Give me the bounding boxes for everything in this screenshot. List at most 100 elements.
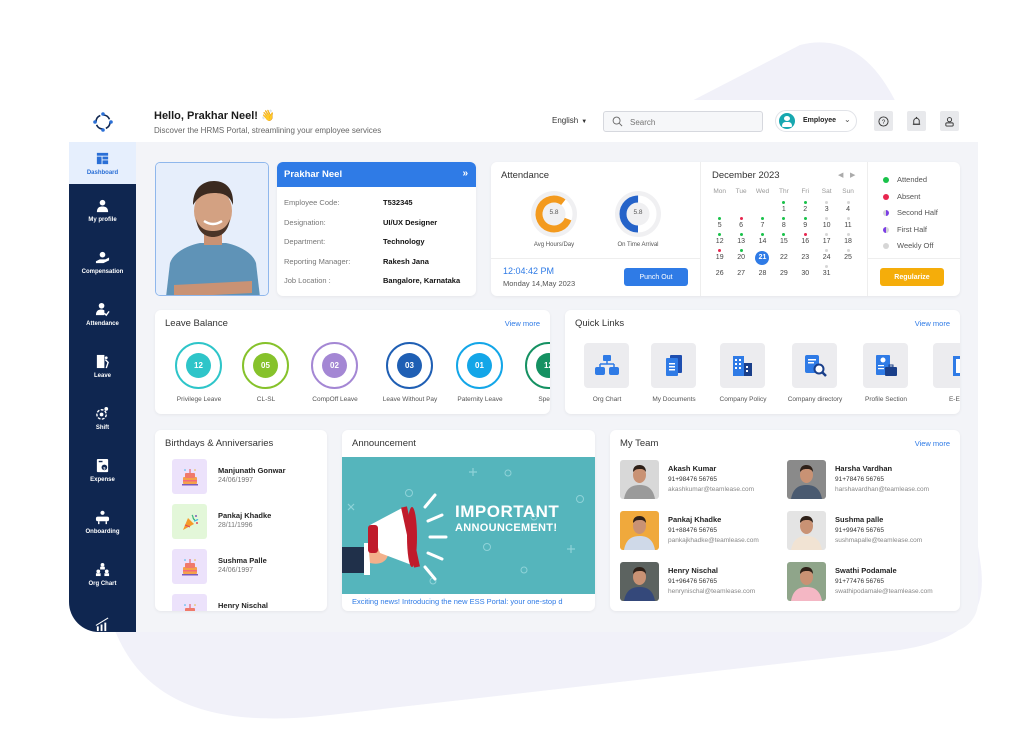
double-chevron-right-icon[interactable]: » bbox=[462, 168, 468, 179]
calendar-empty-cell bbox=[730, 200, 751, 216]
team-member-email[interactable]: pankajkhadke@teamlease.com bbox=[668, 537, 759, 544]
calendar-day[interactable]: 6 bbox=[730, 216, 751, 232]
calendar-day[interactable]: 28 bbox=[752, 264, 773, 280]
calendar-day[interactable]: 8 bbox=[773, 216, 794, 232]
team-member-email[interactable]: harshavardhan@teamlease.com bbox=[835, 486, 929, 493]
employee-field-label: Employee Code: bbox=[284, 198, 340, 207]
team-view-more-link[interactable]: View more bbox=[915, 439, 950, 448]
legend-dot bbox=[883, 210, 889, 217]
leave-ring[interactable]: 01 bbox=[456, 342, 503, 389]
calendar-day[interactable]: 9 bbox=[795, 216, 816, 232]
calendar-day[interactable]: 31 bbox=[816, 264, 837, 280]
calendar-day[interactable]: 15 bbox=[773, 232, 794, 248]
calendar-day[interactable]: 12 bbox=[709, 232, 730, 248]
team-member[interactable]: Swathi Podamale 91+77476 56765 swathipodam… bbox=[787, 562, 947, 602]
leave-ring[interactable]: 02 bbox=[311, 342, 358, 389]
calendar-day[interactable]: 17 bbox=[816, 232, 837, 248]
leave-ring[interactable]: 12 bbox=[175, 342, 222, 389]
calendar-day[interactable]: 19 bbox=[709, 248, 730, 264]
quick-link-company-directory[interactable] bbox=[792, 343, 837, 388]
calendar-day[interactable]: 18 bbox=[837, 232, 858, 248]
sidebar-item-leave[interactable]: Leave bbox=[69, 340, 136, 392]
calendar-day[interactable]: 24 bbox=[816, 248, 837, 264]
quick-link-org-chart[interactable] bbox=[584, 343, 629, 388]
birthday-item[interactable]: Henry Nischal bbox=[172, 594, 322, 611]
calendar-day[interactable]: 13 bbox=[730, 232, 751, 248]
search-box[interactable] bbox=[603, 111, 763, 132]
birthday-item[interactable]: Manjunath Gonwar 24/06/1997 bbox=[172, 459, 322, 495]
calendar-day[interactable]: 26 bbox=[709, 264, 730, 280]
calendar-day[interactable]: 29 bbox=[773, 264, 794, 280]
calendar-day[interactable]: 5 bbox=[709, 216, 730, 232]
quick-links-view-more-link[interactable]: View more bbox=[915, 319, 950, 328]
punch-out-button[interactable]: Punch Out bbox=[624, 268, 688, 286]
calendar-day[interactable]: 11 bbox=[837, 216, 858, 232]
team-member[interactable]: Sushma palle 91+99476 56765 sushmapalle@te… bbox=[787, 511, 947, 551]
birthday-item[interactable]: Sushma Palle 24/06/1997 bbox=[172, 549, 322, 585]
attendance-card: Attendance 5.8 Avg Hours/Day 5.8 On Time Ar… bbox=[491, 162, 960, 296]
leave-ring[interactable]: 05 bbox=[242, 342, 289, 389]
calendar-day[interactable]: 23 bbox=[795, 248, 816, 264]
announcement-caption-link[interactable]: Exciting news! Introducing the new ESS P… bbox=[352, 597, 563, 606]
calendar-day[interactable]: 10 bbox=[816, 216, 837, 232]
calendar-next-icon[interactable]: ▶ bbox=[850, 171, 855, 179]
calendar-day[interactable]: 25 bbox=[837, 248, 858, 264]
leave-view-more-link[interactable]: View more bbox=[505, 319, 540, 328]
leave-ring[interactable]: 12 bbox=[525, 342, 550, 389]
weekday-header: Sat bbox=[821, 188, 832, 195]
sidebar-item-shift[interactable]: Shift bbox=[69, 392, 136, 444]
team-member[interactable]: Harsha Vardhan 91+78476 56765 harshavardha… bbox=[787, 460, 947, 500]
team-member-email[interactable]: henrynischal@teamlease.com bbox=[668, 588, 755, 595]
sidebar-item-onboarding[interactable]: Onboarding bbox=[69, 496, 136, 548]
calendar-day[interactable]: 30 bbox=[795, 264, 816, 280]
team-member[interactable]: Akash Kumar 91+98476 56765 akashkumar@team… bbox=[620, 460, 780, 500]
legend-item: Second Half bbox=[883, 208, 938, 217]
calendar-prev-icon[interactable]: ◀ bbox=[838, 171, 843, 179]
language-selector[interactable]: English ▼ bbox=[552, 116, 587, 125]
status-dot bbox=[782, 201, 786, 204]
announcement-banner[interactable]: IMPORTANT ANNOUNCEMENT! bbox=[342, 457, 595, 594]
role-switcher[interactable]: Employee ⌄ bbox=[775, 110, 857, 132]
quick-link-e-ex[interactable] bbox=[933, 343, 960, 388]
sidebar-item-compensation[interactable]: Compensation bbox=[69, 236, 136, 288]
help-button[interactable]: ? bbox=[874, 111, 893, 131]
calendar-day[interactable]: 20 bbox=[730, 248, 751, 264]
sidebar-item-attendance[interactable]: Attendance bbox=[69, 288, 136, 340]
calendar-day[interactable]: 7 bbox=[752, 216, 773, 232]
calendar-day[interactable]: 14 bbox=[752, 232, 773, 248]
sidebar-item-label: Org Chart bbox=[88, 580, 117, 587]
team-member-email[interactable]: sushmapalle@teamlease.com bbox=[835, 537, 922, 544]
app-logo[interactable] bbox=[91, 110, 115, 134]
sidebar-item-my-profile[interactable]: My profile bbox=[69, 184, 136, 236]
team-member[interactable]: Henry Nischal 91+96476 56765 henrynischal@… bbox=[620, 562, 780, 602]
quick-link-my-documents[interactable] bbox=[651, 343, 696, 388]
sidebar-item-org-chart[interactable]: Org Chart bbox=[69, 548, 136, 600]
calendar-day[interactable]: 4 bbox=[837, 200, 858, 216]
search-input[interactable] bbox=[630, 115, 755, 129]
leave-ring[interactable]: 03 bbox=[386, 342, 433, 389]
quick-link-profile-section[interactable] bbox=[863, 343, 908, 388]
calendar-day[interactable]: 27 bbox=[730, 264, 751, 280]
leave-count: 12 bbox=[186, 353, 211, 378]
quick-link-company-policy[interactable] bbox=[720, 343, 765, 388]
birthday-item[interactable]: Pankaj Khadke 28/11/1996 bbox=[172, 504, 322, 540]
team-member-email[interactable]: swathipodamale@teamlease.com bbox=[835, 588, 933, 595]
employee-card-header[interactable]: Prakhar Neel » bbox=[277, 162, 476, 187]
legend-dot bbox=[883, 243, 889, 250]
sidebar-item-dashboard[interactable]: Dashboard bbox=[69, 142, 136, 184]
calendar-day[interactable]: 1 bbox=[773, 200, 794, 216]
calendar-day[interactable]: 22 bbox=[773, 248, 794, 264]
regularize-button[interactable]: Regularize bbox=[880, 268, 944, 286]
calendar-day[interactable]: 2 bbox=[795, 200, 816, 216]
team-member[interactable]: Pankaj Khadke 91+88476 56765 pankajkhadke@… bbox=[620, 511, 780, 551]
user-icon bbox=[96, 199, 109, 212]
status-dot bbox=[803, 233, 807, 236]
profile-button[interactable] bbox=[940, 111, 959, 131]
calendar-day[interactable]: 16 bbox=[795, 232, 816, 248]
calendar-day[interactable]: 3 bbox=[816, 200, 837, 216]
notifications-button[interactable] bbox=[907, 111, 926, 131]
sidebar-item-expense[interactable]: $ Expense bbox=[69, 444, 136, 496]
birthdays-title: Birthdays & Anniversaries bbox=[165, 438, 274, 449]
team-member-email[interactable]: akashkumar@teamlease.com bbox=[668, 486, 754, 493]
calendar-day[interactable]: 21 bbox=[752, 248, 773, 265]
